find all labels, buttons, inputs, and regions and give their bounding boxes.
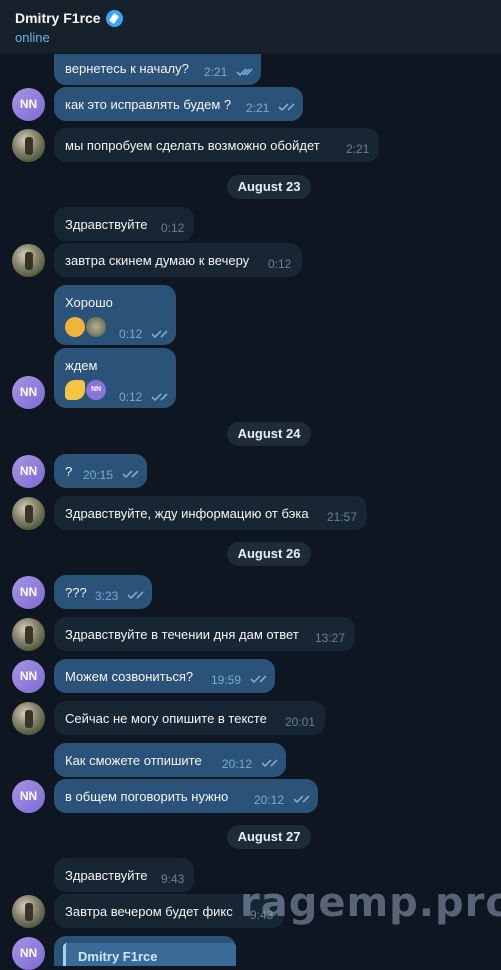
message-bubble-in[interactable]: Здравствуйте, жду информацию от бэка 21:… — [54, 496, 367, 530]
chat-status: online — [15, 30, 50, 45]
message-time: 20:01 — [285, 715, 316, 729]
message-text: Завтра вечером будет фикс — [65, 904, 233, 919]
avatar[interactable] — [12, 244, 45, 277]
double-check-icon — [236, 67, 256, 77]
avatar[interactable]: NN — [12, 780, 45, 813]
message-time: 9:43 — [161, 872, 185, 886]
message-text: ? — [65, 464, 73, 479]
reaction-emoji-icon[interactable] — [65, 317, 85, 337]
avatar[interactable]: NN — [12, 88, 45, 121]
double-check-icon — [293, 794, 313, 804]
chat-title-text: Dmitry F1rce — [15, 10, 101, 26]
avatar[interactable]: NN — [12, 576, 45, 609]
message-time: 2:21 — [246, 101, 270, 115]
message-bubble-out[interactable]: как это исправлять будем ? 2:21 — [54, 87, 303, 121]
message-bubble-in[interactable]: Здравствуйте в течении дня дам ответ 13:… — [54, 617, 355, 651]
message-bubble-out[interactable]: Как сможете отпишите 20:12 — [54, 743, 286, 777]
message-bubble-in[interactable]: Здравствуйте 0:12 — [54, 207, 194, 241]
message-time: 20:12 — [222, 757, 253, 771]
message-bubble-out[interactable]: ??? 3:23 — [54, 575, 152, 609]
double-check-icon — [151, 329, 171, 339]
message-bubble-out[interactable]: Хорошо 0:12 — [54, 285, 176, 345]
avatar[interactable]: NN — [12, 455, 45, 488]
message-time: 2:21 — [204, 65, 228, 79]
chat-title[interactable]: Dmitry F1rce — [15, 10, 124, 27]
message-time: 20:12 — [254, 793, 285, 807]
message-text: Здравствуйте в течении дня дам ответ — [65, 627, 299, 642]
message-time: 21:57 — [327, 510, 358, 524]
avatar[interactable]: NN — [12, 660, 45, 693]
avatar[interactable] — [12, 497, 45, 530]
message-text: Можем созвониться? — [65, 669, 194, 684]
message-time: 0:12 — [119, 390, 143, 404]
message-text: Здравствуйте — [65, 217, 148, 232]
message-text: ??? — [65, 585, 87, 600]
message-text: Хорошо — [65, 295, 113, 310]
message-text: завтра скинем думаю к вечеру — [65, 253, 250, 268]
avatar[interactable]: NN — [12, 937, 45, 970]
message-time: 0:12 — [119, 327, 143, 341]
message-text: вернетесь к началу? — [65, 61, 189, 76]
reply-preview[interactable]: Dmitry F1rce — [63, 943, 236, 966]
date-separator: August 26 — [227, 542, 311, 566]
message-text: ждем — [65, 358, 98, 373]
message-text: как это исправлять будем ? — [65, 97, 232, 112]
reaction-avatar: NN — [86, 380, 106, 400]
message-text: в общем поговорить нужно — [65, 789, 229, 804]
avatar[interactable] — [12, 702, 45, 735]
date-separator: August 27 — [227, 825, 311, 849]
date-separator: August 23 — [227, 175, 311, 199]
verified-badge-icon — [106, 10, 124, 27]
double-check-icon — [151, 392, 171, 402]
reaction-emoji-icon[interactable] — [65, 380, 85, 400]
message-time: 13:27 — [315, 631, 346, 645]
double-check-icon — [250, 674, 270, 684]
message-bubble-out[interactable]: ? 20:15 — [54, 454, 147, 488]
reaction-avatar — [86, 317, 106, 337]
message-feed[interactable]: вернетесь к началу? 2:21 NN как это испр… — [0, 0, 501, 970]
message-bubble-out[interactable]: ждем NN 0:12 — [54, 348, 176, 408]
message-text: мы попробуем сделать возможно обойдет — [65, 138, 320, 153]
message-text: Здравствуйте — [65, 868, 148, 883]
avatar[interactable] — [12, 129, 45, 162]
message-bubble-in[interactable]: Сейчас не могу опишите в тексте 20:01 — [54, 701, 325, 735]
avatar[interactable] — [12, 618, 45, 651]
message-bubble-in[interactable]: Здравствуйте 9:43 — [54, 858, 194, 892]
double-check-icon — [278, 102, 298, 112]
message-bubble-out[interactable]: вернетесь к началу? 2:21 — [54, 52, 261, 85]
message-bubble-out[interactable]: в общем поговорить нужно 20:12 — [54, 779, 318, 813]
message-time: 0:12 — [161, 221, 185, 235]
message-time: 2:21 — [346, 142, 370, 156]
message-bubble-in[interactable]: мы попробуем сделать возможно обойдет 2:… — [54, 128, 379, 162]
double-check-icon — [122, 469, 142, 479]
message-time: 0:12 — [268, 257, 292, 271]
double-check-icon — [261, 758, 281, 768]
avatar[interactable]: NN — [12, 376, 45, 409]
message-text: Здравствуйте, жду информацию от бэка — [65, 506, 309, 521]
double-check-icon — [127, 590, 147, 600]
message-text: Сейчас не могу опишите в тексте — [65, 711, 267, 726]
message-time: 3:23 — [95, 589, 119, 603]
message-bubble-out[interactable]: Можем созвониться? 19:59 — [54, 659, 275, 693]
message-bubble-in[interactable]: завтра скинем думаю к вечеру 0:12 — [54, 243, 302, 277]
avatar[interactable] — [12, 895, 45, 928]
message-time: 19:59 — [211, 673, 242, 687]
message-text: Как сможете отпишите — [65, 753, 202, 768]
chat-header[interactable]: Dmitry F1rce online — [0, 0, 501, 54]
date-separator: August 24 — [227, 422, 311, 446]
watermark: ragemp.pro — [240, 880, 501, 926]
message-time: 20:15 — [83, 468, 114, 482]
